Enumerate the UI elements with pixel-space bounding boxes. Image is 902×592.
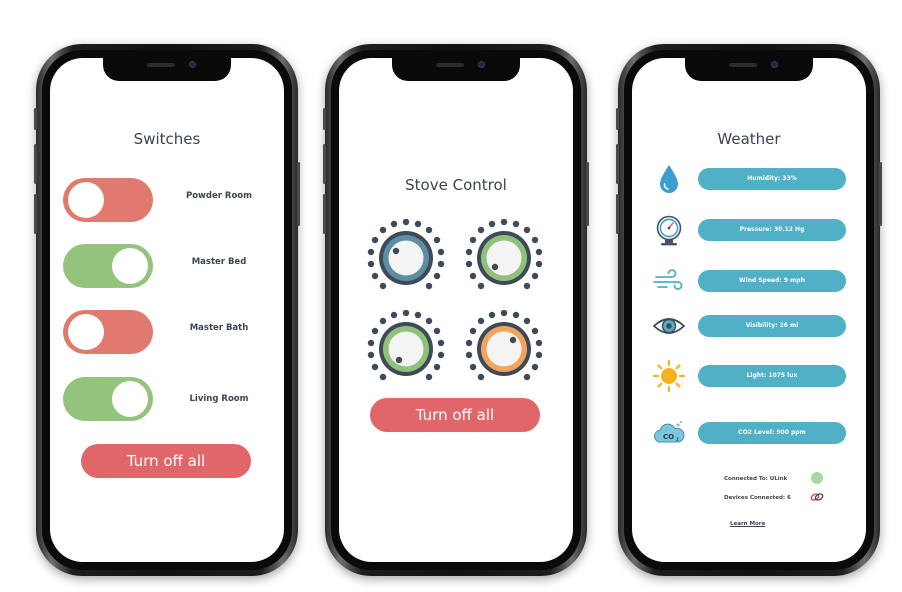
switches-screen: Switches Powder Room Master Bed Master B… xyxy=(50,58,284,562)
sun-icon xyxy=(652,359,686,393)
barometer-icon xyxy=(656,215,682,246)
master-bed-label: Master Bed xyxy=(191,257,247,267)
phone-switches: Switches Powder Room Master Bed Master B… xyxy=(34,44,300,576)
toggle-knob xyxy=(68,182,104,218)
page-title: Switches xyxy=(133,130,201,148)
volume-up-button xyxy=(34,144,37,184)
powder-room-toggle[interactable] xyxy=(63,178,153,222)
turn-off-all-button[interactable]: Turn off all xyxy=(81,444,251,478)
master-bath-toggle[interactable] xyxy=(63,310,153,354)
wind-icon xyxy=(653,269,683,290)
volume-up-button xyxy=(616,144,619,184)
svg-text:2: 2 xyxy=(676,437,679,442)
stove-knob-back-left[interactable] xyxy=(367,310,445,388)
stove-knob-front-left[interactable] xyxy=(367,219,445,297)
notch xyxy=(392,58,520,81)
visibility-reading: Visibility: 26 mi xyxy=(698,315,846,337)
stove-knob-back-right[interactable] xyxy=(465,310,543,388)
stove-screen: Stove Control Turn off all xyxy=(339,58,573,562)
eye-icon xyxy=(652,318,686,334)
light-reading: Light: 1075 lux xyxy=(698,365,846,387)
turn-off-all-button[interactable]: Turn off all xyxy=(370,398,540,432)
water-drop-icon xyxy=(660,165,678,193)
page-title: Stove Control xyxy=(405,176,507,194)
weather-screen: Weather Humidity: 33% Pressure: 30.12 Hg… xyxy=(632,58,866,562)
power-button xyxy=(586,162,589,226)
svg-text:CO: CO xyxy=(663,433,674,441)
wind-speed-reading: Wind Speed: 9 mph xyxy=(698,270,846,292)
toggle-knob xyxy=(68,314,104,350)
volume-down-button xyxy=(34,194,37,234)
master-bed-toggle[interactable] xyxy=(63,244,153,288)
link-icon[interactable] xyxy=(810,492,824,502)
devices-connected-text: Devices Connected: 6 xyxy=(724,495,791,501)
connection-status-dot xyxy=(811,472,823,484)
volume-down-button xyxy=(323,194,326,234)
humidity-reading: Humidity: 33% xyxy=(698,168,846,190)
co2-cloud-icon: CO 2 xyxy=(653,420,685,443)
toggle-knob xyxy=(112,381,148,417)
notch xyxy=(685,58,813,81)
mute-switch xyxy=(34,108,37,130)
pressure-reading: Pressure: 30.12 Hg xyxy=(698,219,846,241)
learn-more-link[interactable]: Learn More xyxy=(730,521,765,527)
powder-room-label: Powder Room xyxy=(185,191,252,201)
phone-stove: Stove Control Turn off all xyxy=(323,44,589,576)
phone-weather: Weather Humidity: 33% Pressure: 30.12 Hg… xyxy=(616,44,882,576)
stove-knob-front-right[interactable] xyxy=(465,219,543,297)
power-button xyxy=(879,162,882,226)
notch xyxy=(103,58,231,81)
toggle-knob xyxy=(112,248,148,284)
co2-level-reading: CO2 Level: 900 ppm xyxy=(698,422,846,444)
connected-to-text: Connected To: ULink xyxy=(724,476,788,482)
mute-switch xyxy=(323,108,326,130)
master-bath-label: Master Bath xyxy=(189,323,249,333)
volume-up-button xyxy=(323,144,326,184)
page-title: Weather xyxy=(717,130,781,148)
volume-down-button xyxy=(616,194,619,234)
power-button xyxy=(297,162,300,226)
mute-switch xyxy=(616,108,619,130)
living-room-toggle[interactable] xyxy=(63,377,153,421)
living-room-label: Living Room xyxy=(189,394,249,404)
